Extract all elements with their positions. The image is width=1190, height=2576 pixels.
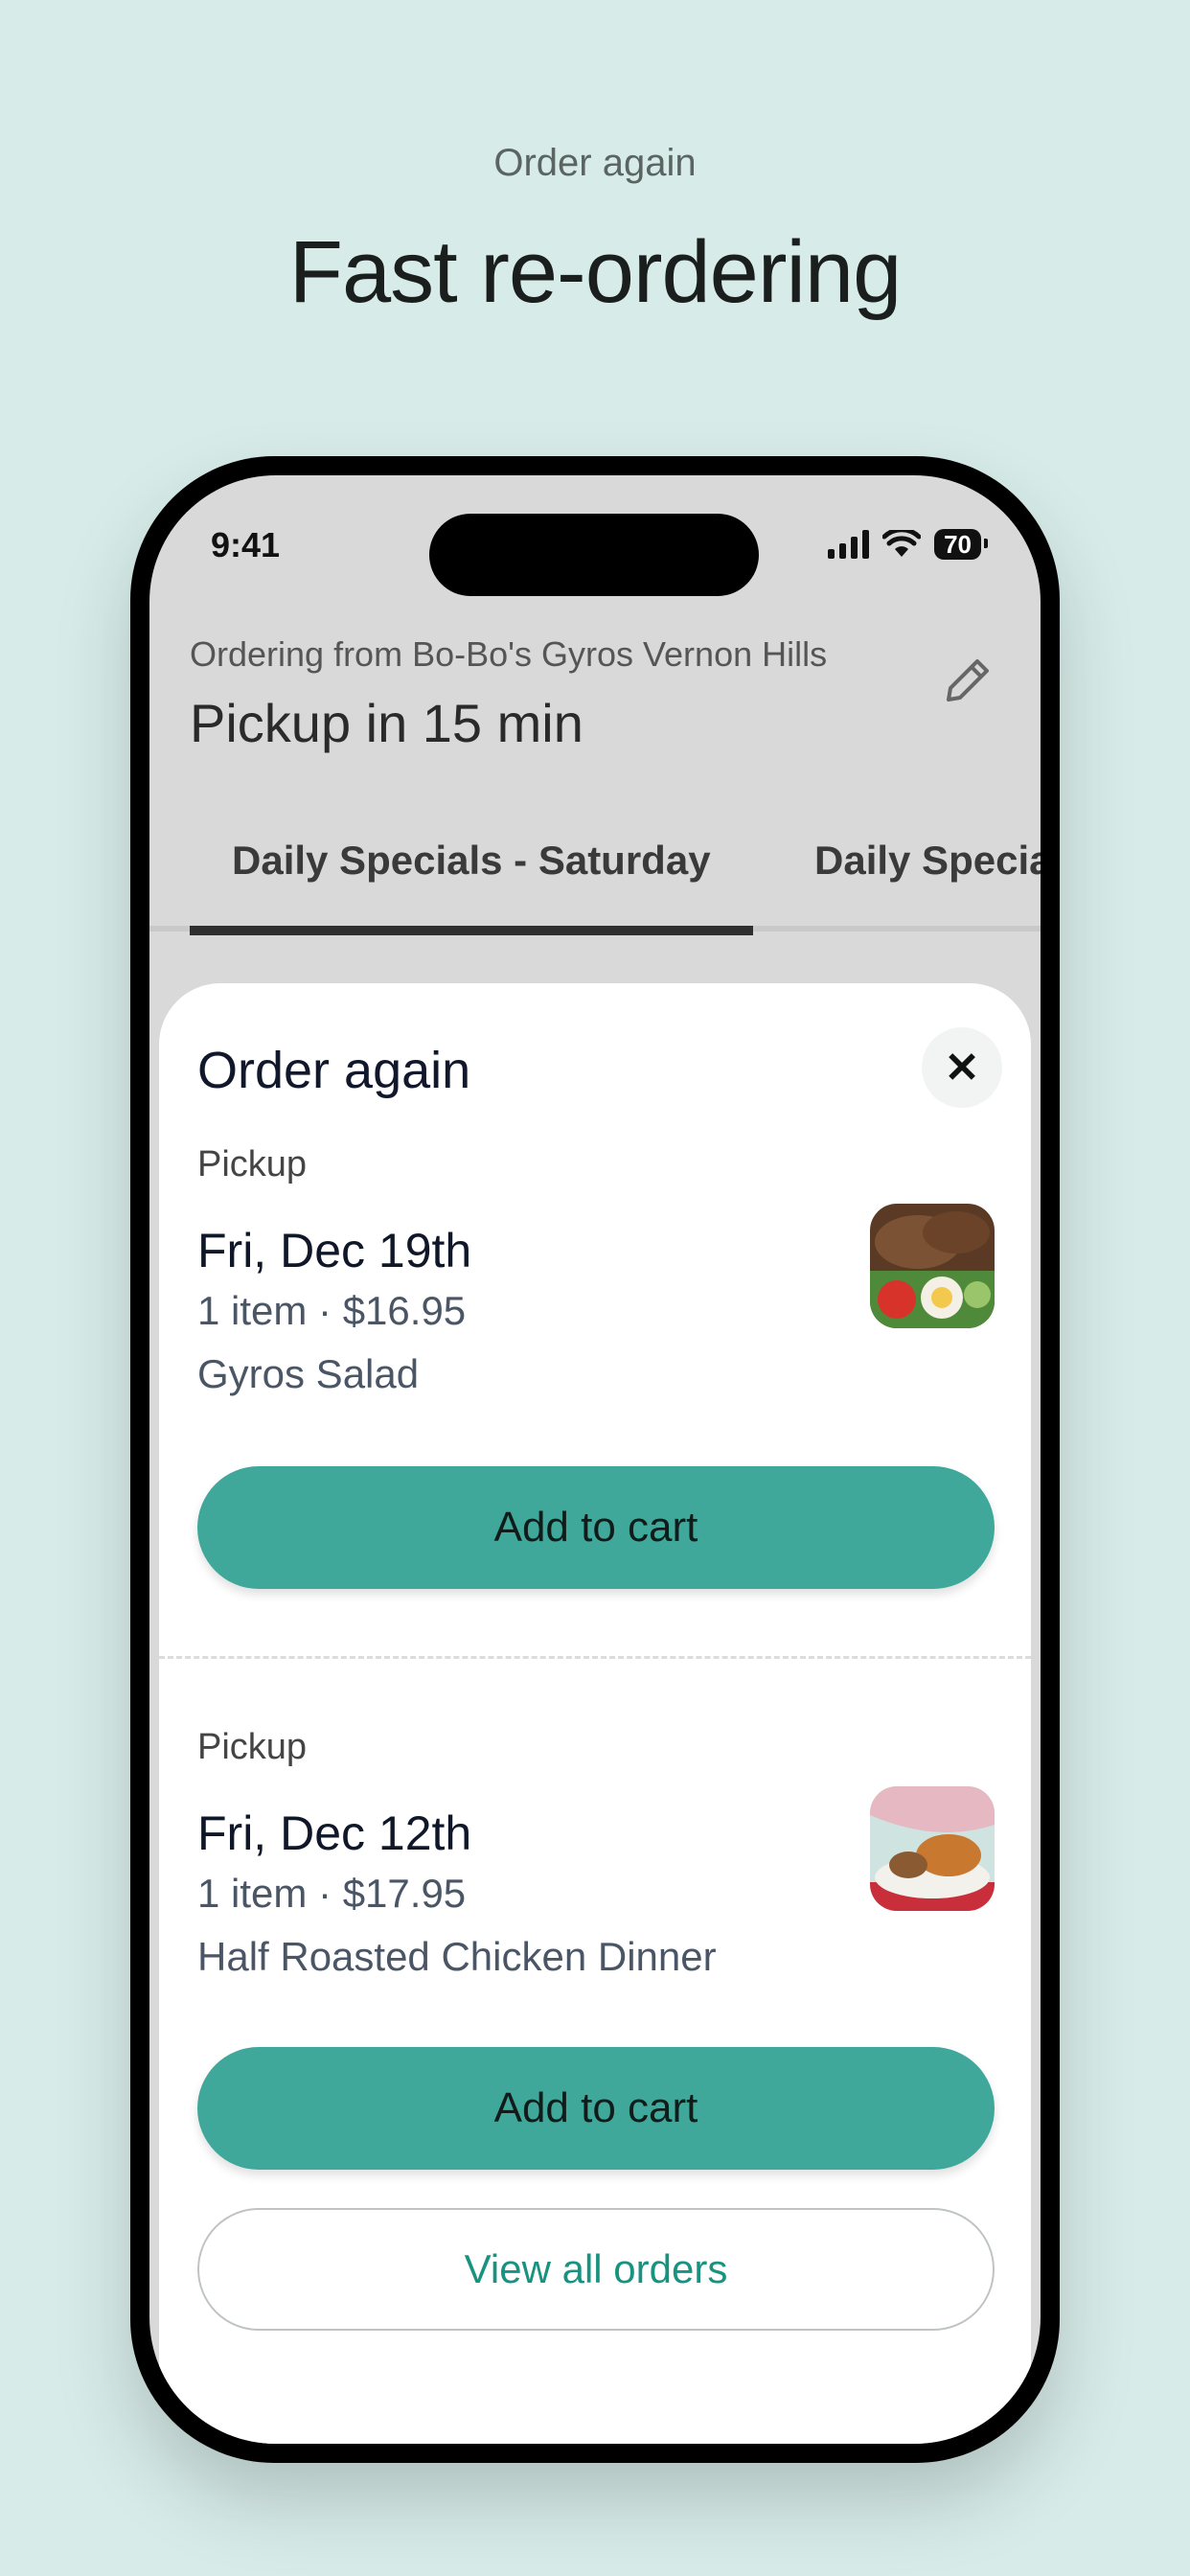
- order-method: Pickup: [197, 1144, 308, 1184]
- order-item: Gyros Salad: [197, 1351, 420, 1396]
- pencil-icon[interactable]: [937, 652, 996, 711]
- phone-screen: 9:41 70 Ordering from Bo-Bo's Gyros Vern…: [149, 475, 1041, 2444]
- order-card: Pickup Fri, Dec 19th 1 item · $16.95 Gyr…: [197, 1144, 995, 1432]
- close-icon: ✕: [944, 1044, 980, 1092]
- status-icons: 70: [828, 529, 988, 560]
- phone-frame: 9:41 70 Ordering from Bo-Bo's Gyros Vern…: [130, 456, 1060, 2463]
- order-meta: 1 item · $17.95: [197, 1871, 467, 1916]
- tab-daily-specials[interactable]: Daily Specia: [814, 838, 1041, 884]
- add-to-cart-button[interactable]: Add to cart: [197, 2047, 995, 2170]
- status-time: 9:41: [211, 525, 281, 564]
- pickup-time: Pickup in 15 min: [190, 693, 584, 753]
- signal-icon: [828, 530, 870, 559]
- orders-divider: [159, 1656, 1031, 1659]
- order-method: Pickup: [197, 1727, 308, 1767]
- add-to-cart-button[interactable]: Add to cart: [197, 1466, 995, 1589]
- tab-daily-specials-saturday[interactable]: Daily Specials - Saturday: [190, 838, 753, 935]
- order-item: Half Roasted Chicken Dinner: [197, 1934, 717, 1979]
- gyros-salad-thumbnail: [870, 1204, 995, 1328]
- order-card: Pickup Fri, Dec 12th 1 item · $17.95 Hal…: [197, 1727, 995, 2014]
- category-tabs: Daily Specials - Saturday Daily Specia: [149, 811, 1041, 935]
- view-all-orders-button[interactable]: View all orders: [197, 2208, 995, 2331]
- order-again-sheet: Order again ✕ Pickup Fri, Dec 19th 1 ite…: [159, 983, 1031, 2444]
- battery-icon: 70: [934, 529, 988, 560]
- order-date: Fri, Dec 12th: [197, 1806, 472, 1860]
- wifi-icon: [882, 530, 922, 557]
- sheet-title: Order again: [197, 1042, 471, 1099]
- dynamic-island: [429, 514, 759, 596]
- ordering-from-label: Ordering from Bo-Bo's Gyros Vernon Hills: [190, 634, 828, 674]
- order-date: Fri, Dec 19th: [197, 1224, 472, 1277]
- roasted-chicken-thumbnail: [870, 1786, 995, 1911]
- marketing-eyebrow: Order again: [493, 142, 697, 184]
- marketing-headline: Fast re-ordering: [288, 223, 902, 321]
- close-button[interactable]: ✕: [922, 1027, 1002, 1108]
- order-meta: 1 item · $16.95: [197, 1288, 467, 1333]
